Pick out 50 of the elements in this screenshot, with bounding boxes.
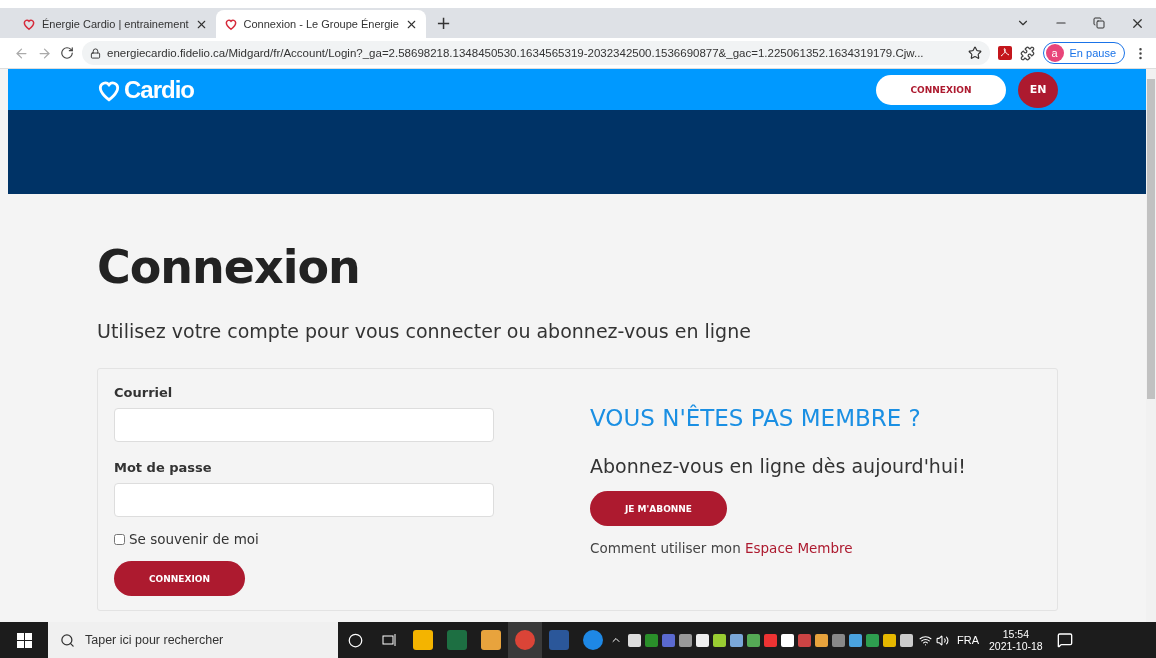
windows-icon[interactable]: [16, 632, 32, 648]
url-text: energiecardio.fidelio.ca/Midgard/fr/Account/Login?_ga=2.58698218.1348450530.1634565319-2032342500.1536690877&_gac=1.225061352.1634319179.Cjw...: [107, 47, 924, 59]
tray-icon[interactable]: [849, 633, 862, 647]
password-field[interactable]: [114, 483, 494, 517]
tray-icon[interactable]: [696, 633, 709, 647]
tray-icon[interactable]: [679, 633, 692, 647]
tray-icon[interactable]: [747, 633, 760, 647]
heart-icon: [223, 17, 238, 31]
page-title: Connexion: [97, 240, 361, 294]
tray-icon[interactable]: [815, 633, 828, 647]
tray-icon[interactable]: [713, 633, 726, 647]
pdf-icon[interactable]: [997, 46, 1012, 60]
field-label: Courriel: [114, 385, 174, 400]
task-view-icon[interactable]: [382, 633, 396, 647]
login-button[interactable]: CONNEXION: [876, 74, 1006, 105]
tray-icon[interactable]: [900, 633, 913, 647]
extensions-icon[interactable]: [1019, 45, 1035, 61]
signup-text: Abonnez-vous en ligne dès aujourd'hui!: [590, 455, 967, 477]
language-indicator[interactable]: FRA: [957, 634, 979, 646]
checkbox-label: Se souvenir de moi: [129, 531, 259, 547]
page-subtitle: Utilisez votre compte pour vous connecter ou abonnez-vous en ligne: [97, 320, 752, 342]
restore-icon[interactable]: [1093, 17, 1105, 29]
remember-checkbox[interactable]: [114, 533, 125, 545]
lock-icon: [90, 47, 101, 59]
clock[interactable]: 15:54 2021-10-18: [989, 628, 1043, 652]
taskbar-search[interactable]: Taper ici pour rechercher: [48, 622, 338, 658]
search-icon: [60, 632, 75, 648]
tray-icon[interactable]: [628, 633, 641, 647]
address-bar[interactable]: energiecardio.fidelio.ca/Midgard/fr/Account/Login?_ga=2.58698218.1348450530.1634565319-2032342500.1536690877&_gac=1.225061352.1634319179.Cjw...: [82, 41, 990, 65]
subscribe-button[interactable]: JE M'ABONNE: [590, 491, 727, 526]
notifications-icon[interactable]: [1056, 632, 1073, 648]
help-text: Comment utiliser mon Espace Membre: [590, 540, 854, 556]
new-tab-button[interactable]: +: [435, 12, 451, 33]
tray-icon[interactable]: [883, 633, 896, 647]
heart-icon: [22, 17, 36, 31]
member-link[interactable]: Espace Membre: [745, 540, 853, 556]
tray-icon[interactable]: [781, 633, 794, 647]
reload-icon[interactable]: [60, 46, 74, 60]
language-button[interactable]: EN: [1018, 71, 1058, 108]
submit-button[interactable]: CONNEXION: [114, 561, 245, 596]
signup-heading: VOUS N'ÊTES PAS MEMBRE ?: [590, 405, 922, 431]
star-icon[interactable]: [967, 46, 982, 60]
volume-icon[interactable]: [936, 633, 949, 647]
browser-tab[interactable]: Connexion - Le Groupe Énergie: [215, 10, 426, 38]
tray-icon[interactable]: [730, 633, 743, 647]
wifi-icon[interactable]: [919, 633, 932, 647]
email-field[interactable]: [114, 408, 494, 442]
browser-tab[interactable]: Énergie Cardio | entrainement: [14, 10, 216, 38]
field-label: Mot de passe: [114, 460, 213, 475]
cortana-icon[interactable]: [347, 632, 363, 648]
